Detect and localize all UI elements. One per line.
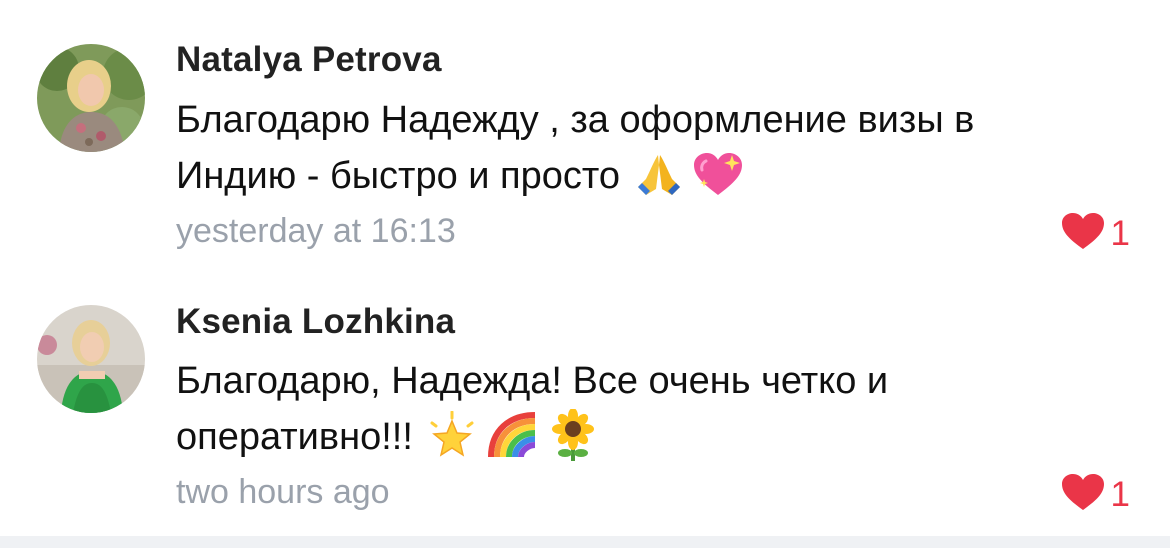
sunflower-emoji	[549, 408, 597, 461]
comment-timestamp: yesterday at 16:13	[176, 212, 456, 250]
comment-item: Natalya Petrova Благодарю Надежду , за о…	[0, 0, 1170, 270]
like-count: 1	[1110, 213, 1130, 253]
avatar[interactable]	[37, 44, 145, 152]
comment-timestamp: two hours ago	[176, 473, 390, 511]
like-button[interactable]: 1	[1061, 473, 1130, 516]
rainbow-emoji	[485, 411, 541, 459]
sparkling-heart-emoji	[692, 151, 744, 197]
comment-author[interactable]: Ksenia Lozhkina	[176, 302, 455, 342]
comment-text: Благодарю Надежду , за оформление визы в…	[176, 92, 1136, 204]
folded-hands-emoji	[634, 151, 684, 197]
comment-text-line-with-emoji: Индию - быстро и просто	[176, 148, 1136, 204]
comment-text-line: Благодарю Надежду , за оформление визы в	[176, 99, 975, 141]
like-count: 1	[1110, 474, 1130, 514]
glowing-star-emoji	[427, 410, 477, 459]
footer-divider	[0, 536, 1170, 548]
comment-text-line-with-emoji: оперативно!!!	[176, 408, 1136, 465]
comment-text-line: Благодарю, Надежда! Все очень четко и	[176, 360, 889, 402]
comment-text-line: Индию - быстро и просто	[176, 155, 621, 197]
comment-text: Благодарю, Надежда! Все очень четко и оп…	[176, 353, 1136, 465]
heart-icon	[1061, 212, 1105, 255]
comment-author[interactable]: Natalya Petrova	[176, 40, 442, 80]
comment-item: Ksenia Lozhkina Благодарю, Надежда! Все …	[0, 270, 1170, 536]
like-button[interactable]: 1	[1061, 212, 1130, 255]
heart-icon	[1061, 473, 1105, 516]
comment-text-line: оперативно!!!	[176, 416, 413, 458]
avatar[interactable]	[37, 305, 145, 413]
